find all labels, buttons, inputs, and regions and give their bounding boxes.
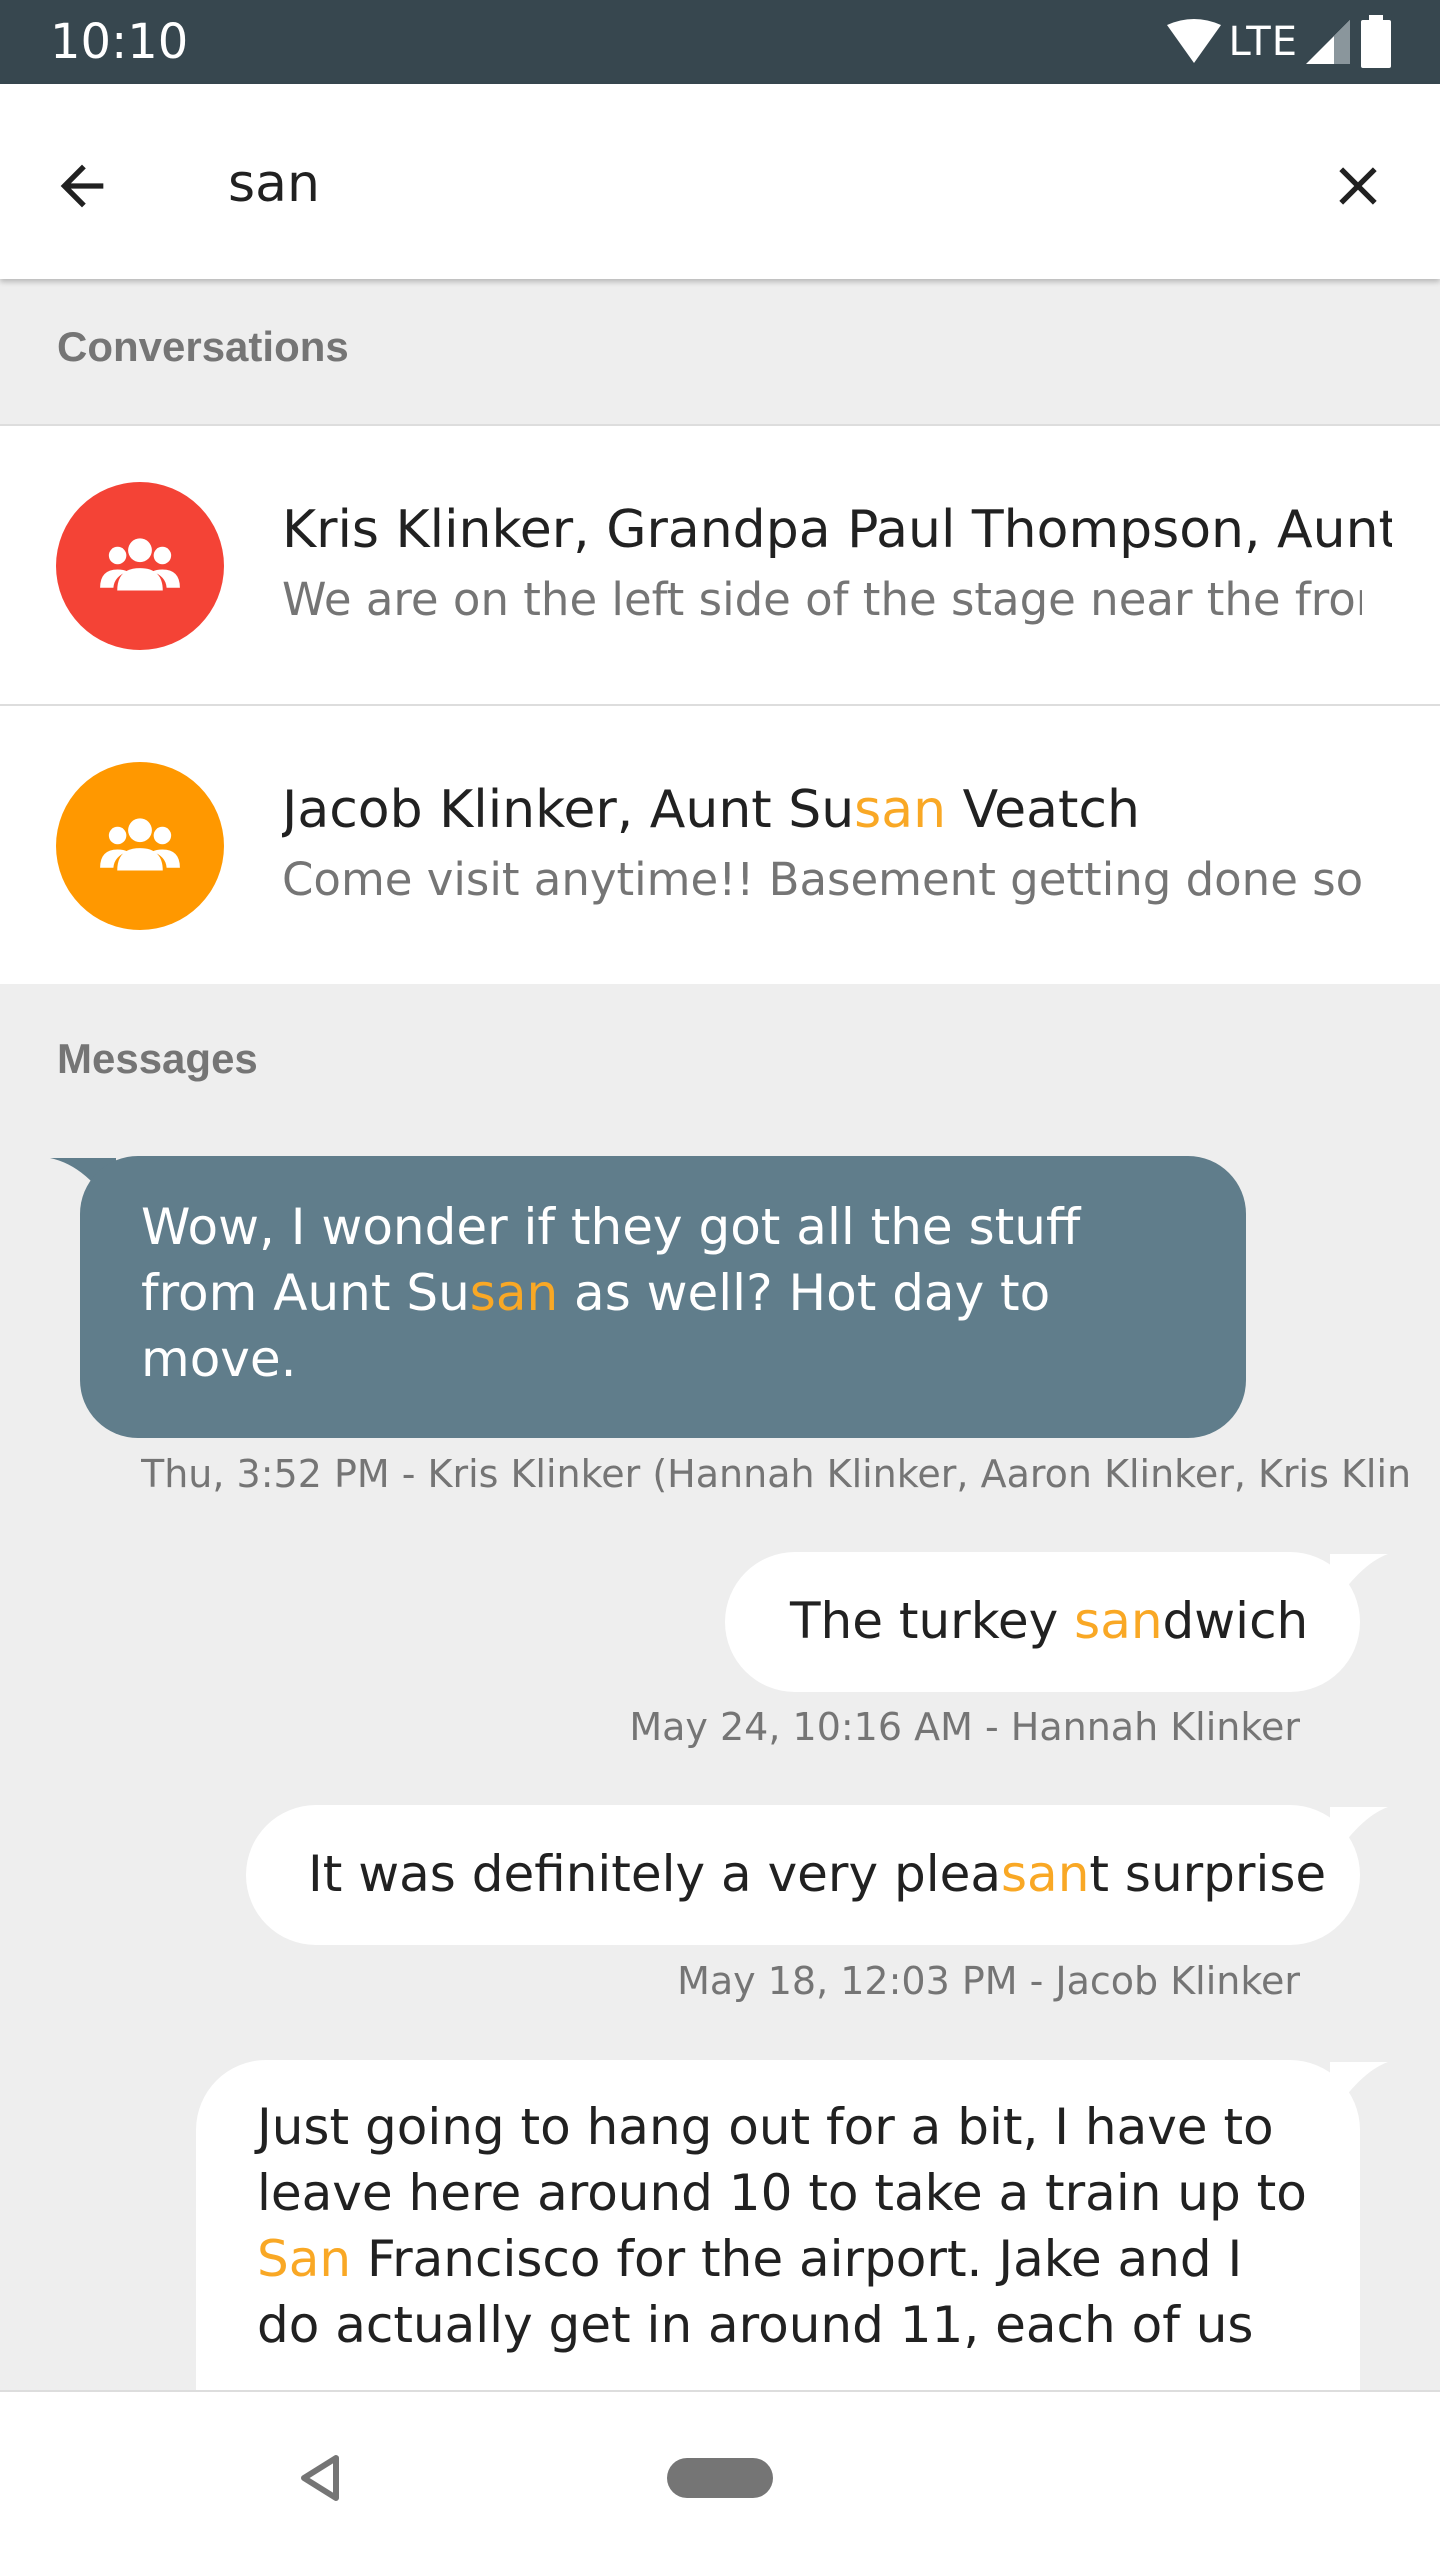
messages-header: Messages [0,984,1440,1130]
message-bubble[interactable]: Wow, I wonder if they got all the stuff … [80,1156,1246,1438]
arrow-back-icon [60,164,104,208]
signal-icon [1306,20,1350,64]
clear-search-button[interactable] [1316,144,1400,228]
network-type: LTE [1228,19,1298,65]
message-meta: Thu, 3:52 PM - Kris Klinker (Hannah Klin… [141,1452,1411,1496]
nav-back-icon[interactable] [296,2452,344,2504]
title-text: Veatch [946,780,1140,840]
message-text-part: as well? Hot day to [558,1264,1051,1322]
conversation-snippet: We are on the left side of the stage nea… [282,573,1362,626]
navigation-bar [0,2390,1440,2560]
message-text-part: Francisco for the airport. Jake and I [351,2230,1243,2288]
message-text-part: t surprise [1089,1845,1327,1903]
search-match-highlight: san [1074,1592,1163,1650]
message-bubble[interactable]: The turkey sandwich [725,1552,1360,1692]
conversation-avatar [56,762,224,930]
conversations-header-label: Conversations [57,323,349,370]
message-text: Wow, I wonder if they got all the stuff … [141,1194,1080,1392]
conversation-avatar [56,482,224,650]
message-text-part: It was definitely a very plea [308,1845,1001,1903]
message-meta: May 24, 10:16 AM - Hannah Klinker [629,1705,1300,1749]
message-line: move. [141,1330,297,1388]
status-bar: 10:10 LTE [0,0,1440,84]
message-bubble[interactable]: It was definitely a very pleasant surpri… [246,1805,1360,1945]
search-match-highlight: san [1001,1845,1090,1903]
conversation-item[interactable]: Kris Klinker, Grandpa Paul Thompson, Aun… [0,424,1440,704]
message-text-part: dwich [1162,1592,1309,1650]
message-text: Just going to hang out for a bit, I have… [257,2094,1307,2358]
back-button[interactable] [40,144,124,228]
message-line: from Aunt Susan as well? Hot day to [141,1260,1080,1326]
messages-header-label: Messages [57,1035,258,1082]
message-line: Just going to hang out for a bit, I have… [257,2098,1274,2156]
conversation-item[interactable]: Jacob Klinker, Aunt Susan Veatch Come vi… [0,704,1440,986]
conversation-title: Jacob Klinker, Aunt Susan Veatch [282,778,1392,842]
status-icons: LTE [1165,14,1392,70]
message-meta: May 18, 12:03 PM - Jacob Klinker [677,1959,1300,2003]
conversation-title: Kris Klinker, Grandpa Paul Thompson, Aun… [282,500,1392,560]
search-toolbar [0,84,1440,279]
wifi-icon [1166,19,1221,63]
title-text: Jacob Klinker, Aunt Su [282,780,855,840]
battery-icon [1361,15,1391,68]
search-match-highlight: san [469,1264,559,1322]
close-icon [1339,167,1377,205]
search-match-highlight: San [257,2230,352,2288]
group-icon [100,818,180,871]
message-text: It was definitely a very pleasant surpri… [308,1841,1326,1907]
message-text-part: The turkey [790,1592,1075,1650]
search-screen: 10:10 LTE san Conversations Kris Klinker… [0,0,1440,2560]
conversation-snippet: Come visit anytime!! Basement getting do… [282,853,1362,906]
search-match-highlight: san [854,780,947,840]
conversations-header: Conversations [0,279,1440,425]
message-line: do actually get in around 11, each of us [257,2296,1254,2354]
search-input[interactable] [228,142,1228,226]
message-line: leave here around 10 to take a train up … [257,2164,1307,2222]
message-line: San Francisco for the airport. Jake and … [257,2226,1307,2292]
message-text: The turkey sandwich [790,1588,1308,1654]
message-line: Wow, I wonder if they got all the stuff [141,1198,1081,1256]
message-text-part: from Aunt Su [141,1264,470,1322]
nav-home-pill[interactable] [667,2458,773,2498]
status-time: 10:10 [50,14,189,70]
group-icon [100,538,180,591]
